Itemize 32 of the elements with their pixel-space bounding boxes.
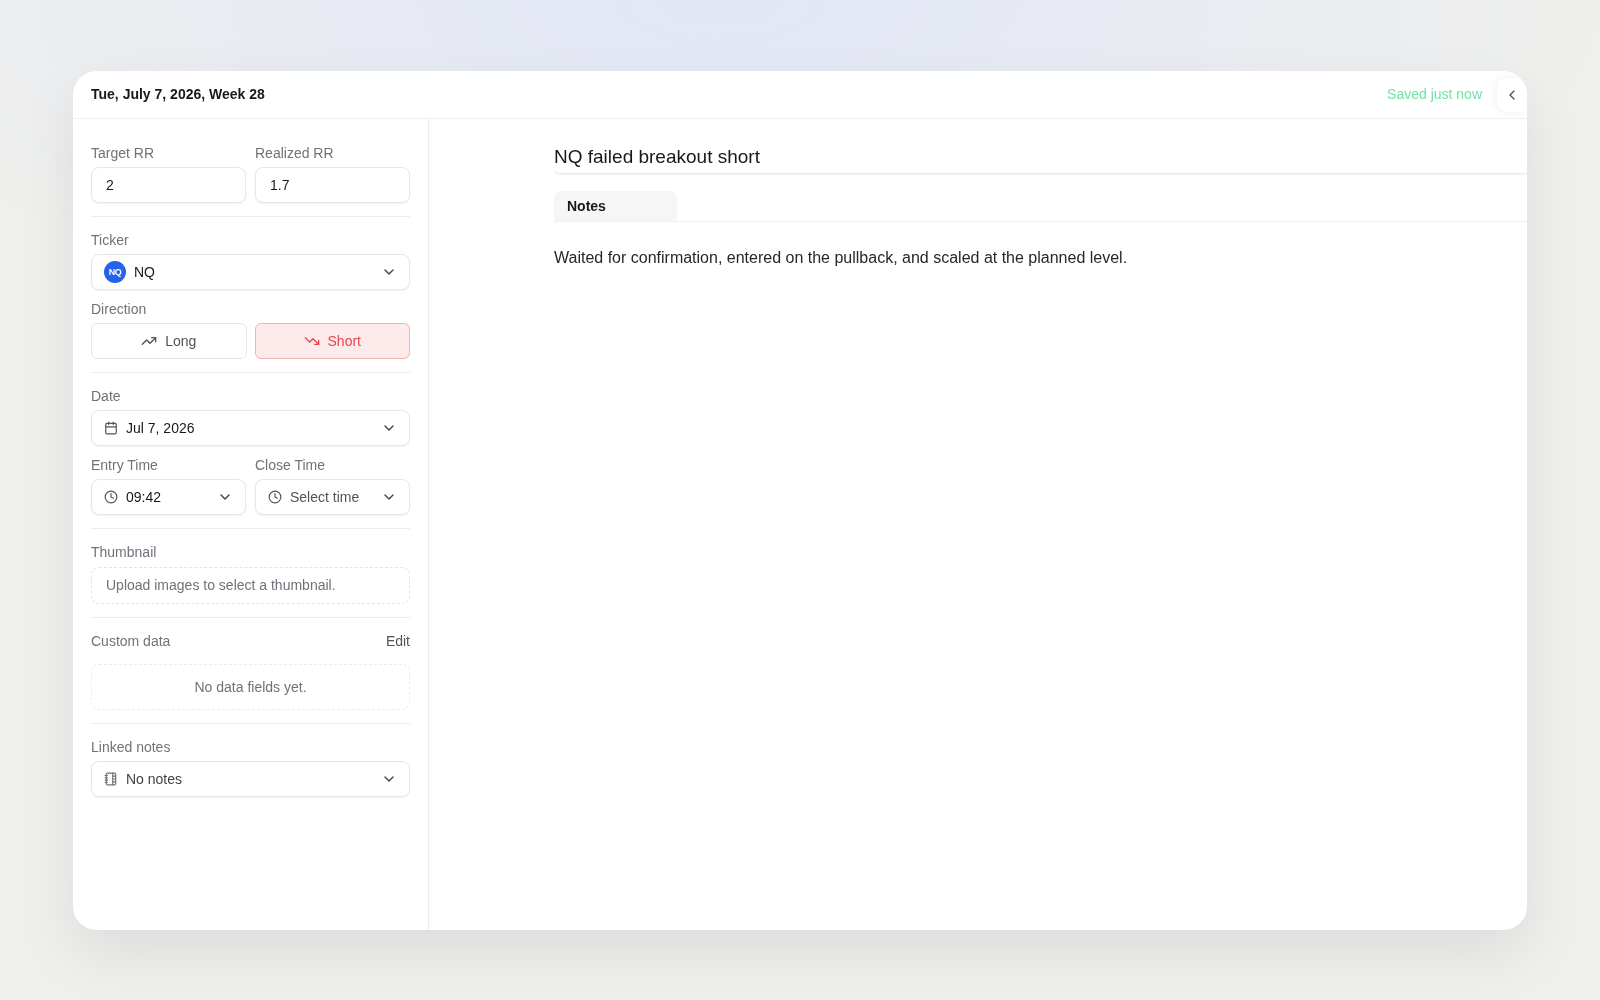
- calendar-icon: [104, 421, 118, 435]
- notebook-icon: [104, 772, 118, 786]
- field-label: Entry Time: [91, 456, 159, 475]
- clock-icon: [268, 490, 282, 504]
- thumbnail-dropzone[interactable]: Upload images to select a thumbnail.: [91, 567, 410, 604]
- field-label: Date: [91, 387, 122, 406]
- field-label: Target RR: [91, 144, 156, 163]
- ticker-select[interactable]: NQ NQ: [91, 254, 410, 290]
- save-status: Saved just now: [1387, 85, 1482, 104]
- input-field[interactable]: 2: [91, 167, 246, 203]
- ticker-logo: NQ: [104, 261, 126, 283]
- field-label: Close Time: [255, 456, 327, 475]
- edit-button[interactable]: Edit: [385, 631, 410, 651]
- time-select[interactable]: Select time: [255, 479, 410, 515]
- clock-icon: [104, 490, 118, 504]
- notes-tab[interactable]: Notes: [554, 191, 677, 221]
- title-field[interactable]: NQ failed breakout short: [554, 142, 1527, 174]
- time-select[interactable]: 09:42: [91, 479, 246, 515]
- collapse-panel-button[interactable]: [1497, 77, 1527, 112]
- note-body: Waited for confirmation, entered on the pullback, and scaled at the planned level.: [554, 248, 1129, 268]
- field-label: Custom data: [91, 632, 171, 651]
- field-label: Realized RR: [255, 144, 335, 163]
- direction-toggle[interactable]: Long: [91, 323, 247, 359]
- field-label: Ticker: [91, 231, 130, 250]
- date-select[interactable]: Jul 7, 2026: [91, 410, 410, 446]
- field-label: Direction: [91, 300, 148, 319]
- custom-data-empty-state: No data fields yet.: [91, 664, 410, 710]
- field-label: Thumbnail: [91, 543, 158, 562]
- field-label: Linked notes: [91, 738, 172, 757]
- linked-notes-select[interactable]: No notes: [91, 761, 410, 797]
- date-heading: Tue, July 7, 2026, Week 28: [91, 85, 265, 104]
- input-field[interactable]: 1.7: [255, 167, 410, 203]
